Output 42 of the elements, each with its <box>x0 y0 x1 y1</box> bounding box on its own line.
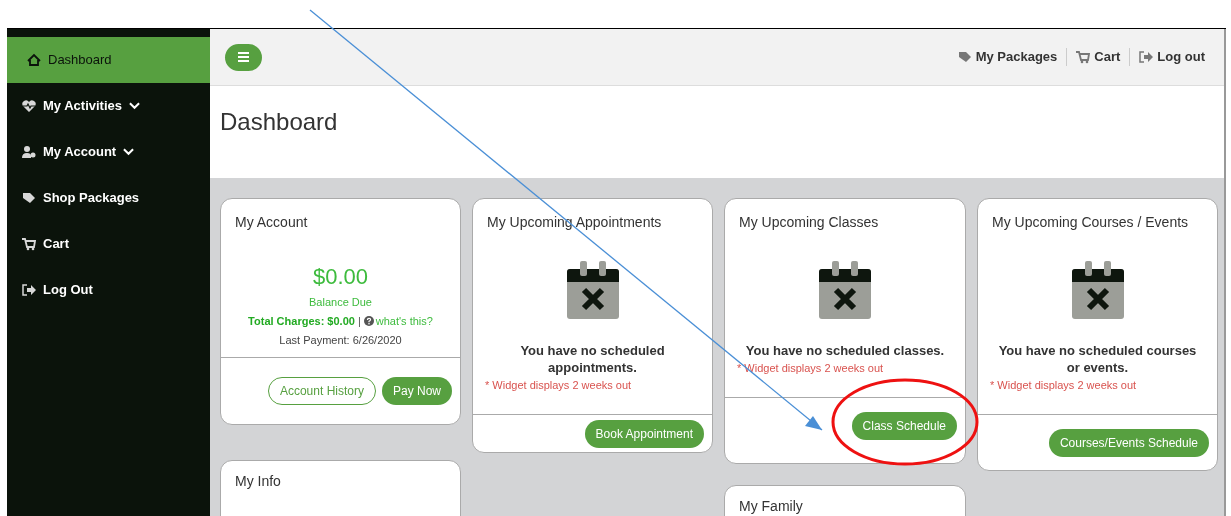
cart-icon <box>1076 50 1091 64</box>
tags-icon <box>957 50 972 64</box>
card-title: My Info <box>235 472 282 491</box>
balance-label: Balance Due <box>308 295 373 310</box>
sidebar-item[interactable]: Shop Packages <box>7 175 210 221</box>
top-bar-link[interactable]: My Packages <box>957 47 1058 67</box>
page-title: Dashboard <box>220 107 339 137</box>
sidebar-item[interactable]: Dashboard <box>7 37 210 83</box>
calendar-x-icon <box>819 261 871 319</box>
home-icon <box>27 53 41 67</box>
widget-note: * Widget displays 2 weeks out <box>737 361 885 376</box>
last-payment: Last Payment: 6/26/2020 <box>278 333 403 348</box>
card-title: My Upcoming Courses / Events <box>992 213 1190 232</box>
heartbeat-icon <box>22 99 36 113</box>
sidebar-item[interactable]: My Activities <box>7 83 210 129</box>
card-title: My Family <box>739 497 804 516</box>
help-icon <box>363 315 374 326</box>
sign-out-icon <box>1139 50 1154 64</box>
cart-icon <box>22 237 36 251</box>
menu-icon <box>238 52 249 62</box>
widget-note: * Widget displays 2 weeks out <box>990 378 1138 393</box>
widget-note: * Widget displays 2 weeks out <box>485 378 633 393</box>
card-title: My Account <box>235 213 309 232</box>
empty-message: You have no scheduled appointments. <box>519 342 666 376</box>
user-gear-icon <box>22 145 36 159</box>
empty-message: You have no scheduled classes. <box>744 342 946 359</box>
sidebar-item[interactable]: Log Out <box>7 267 210 313</box>
menu-button[interactable] <box>225 43 262 71</box>
balance-amount: $0.00 <box>311 263 370 291</box>
calendar-x-icon <box>566 261 619 319</box>
separator-text: | <box>357 313 361 329</box>
sign-out-icon <box>22 283 36 297</box>
sidebar-item[interactable]: Cart <box>7 221 210 267</box>
card-title: My Upcoming Classes <box>739 213 880 232</box>
empty-message: You have no scheduled courses or events. <box>997 342 1198 376</box>
top-bar-link[interactable]: Cart <box>1076 47 1121 67</box>
top-bar-link[interactable]: Log out <box>1139 47 1205 67</box>
calendar-x-icon <box>1071 261 1124 319</box>
card-title: My Upcoming Appointments <box>487 213 663 232</box>
sidebar-item[interactable]: My Account <box>7 129 210 175</box>
tags-icon <box>22 191 36 205</box>
total-charges: Total Charges: $0.00 <box>248 313 355 329</box>
